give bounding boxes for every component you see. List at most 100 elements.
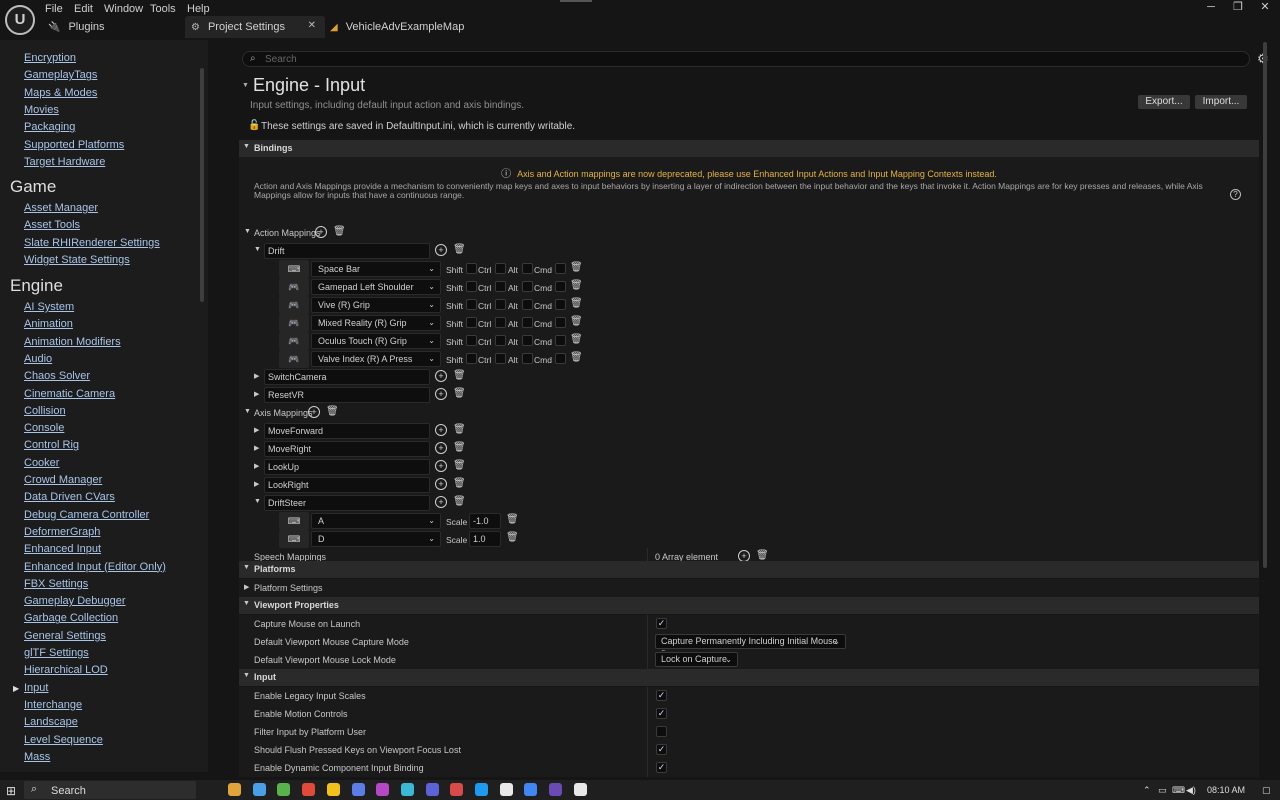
trash-icon[interactable]: 🗑 [453, 424, 466, 436]
key-selector[interactable]: Gamepad Left Shoulder ⌄ [311, 279, 441, 295]
trash-icon[interactable]: 🗑 [453, 478, 466, 490]
menu-window[interactable]: Window [104, 3, 143, 15]
volume-icon[interactable]: ◀) [1186, 785, 1196, 796]
section-viewport-properties[interactable]: ▼ Viewport Properties [239, 597, 1259, 614]
menu-file[interactable]: File [45, 3, 63, 15]
sidebar-scrollbar[interactable] [200, 68, 204, 302]
axis-row[interactable]: ▶ MoveRight + 🗑 [239, 440, 1259, 458]
sidebar-link[interactable]: Chaos Solver [24, 370, 90, 382]
modifier-ctrl-checkbox[interactable] [495, 335, 506, 346]
sidebar-link[interactable]: AI System [24, 301, 74, 313]
checkbox[interactable] [656, 726, 667, 737]
modifier-ctrl-checkbox[interactable] [495, 353, 506, 364]
trash-icon[interactable]: 🗑 [570, 280, 583, 292]
taskbar-app-icon[interactable] [549, 783, 563, 796]
taskbar-app-icon[interactable] [475, 783, 488, 796]
modifier-shift-checkbox[interactable] [466, 317, 477, 328]
modifier-shift-checkbox[interactable] [466, 263, 477, 274]
section-bindings[interactable]: ▼ Bindings [239, 140, 1259, 157]
menu-help[interactable]: Help [187, 3, 210, 15]
sidebar-link[interactable]: Movies [24, 104, 59, 116]
modifier-cmd-checkbox[interactable] [555, 353, 566, 364]
sidebar-link[interactable]: Packaging [24, 121, 75, 133]
trash-icon[interactable]: 🗑 [333, 226, 346, 238]
taskbar-app-icon[interactable] [499, 783, 513, 796]
sidebar-link[interactable]: glTF Settings [24, 647, 89, 659]
help-icon[interactable]: ? [1230, 189, 1241, 200]
notification-icon[interactable]: ▢ [1262, 785, 1271, 796]
checkbox[interactable]: ✓ [656, 762, 667, 773]
taskbar-app-icon[interactable] [277, 783, 291, 796]
sidebar-link[interactable]: Maps & Modes [24, 87, 97, 99]
axis-mappings-row[interactable]: ▼ Axis Mappings + 🗑 [239, 404, 1259, 422]
sidebar-link[interactable]: Debug Camera Controller [24, 509, 149, 521]
add-element-icon[interactable]: + [435, 442, 447, 454]
axis-name-field[interactable]: DriftSteer [264, 495, 430, 511]
add-element-icon[interactable]: + [435, 244, 447, 256]
import-button[interactable]: Import... [1195, 95, 1247, 109]
modifier-cmd-checkbox[interactable] [555, 299, 566, 310]
trash-icon[interactable]: 🗑 [453, 442, 466, 454]
sidebar-link-selected[interactable]: Input [24, 682, 48, 694]
gamepad-icon[interactable]: 🎮 [279, 350, 309, 368]
tab-plugins[interactable]: 🔌 Plugins [48, 16, 178, 38]
modifier-shift-checkbox[interactable] [466, 353, 477, 364]
trash-icon[interactable]: 🗑 [453, 244, 466, 256]
tab-map[interactable]: ◢ VehicleAdvExampleMap [330, 16, 480, 38]
sidebar-link[interactable]: Audio [24, 353, 52, 365]
scale-input[interactable]: -1.0 [469, 513, 501, 529]
sidebar-link[interactable]: Widget State Settings [24, 254, 130, 266]
mouse-lock-mode-dropdown[interactable]: Lock on Capture ⌄ [655, 652, 738, 667]
sidebar-link[interactable]: Mass [24, 751, 50, 763]
sidebar-link[interactable]: Animation [24, 318, 73, 330]
sidebar-link[interactable]: Cooker [24, 457, 59, 469]
taskbar-search[interactable]: ⌕ Search [24, 781, 196, 799]
axis-row-driftsteer[interactable]: ▼ DriftSteer + 🗑 [239, 494, 1259, 512]
modifier-ctrl-checkbox[interactable] [495, 281, 506, 292]
add-element-icon[interactable]: + [435, 370, 447, 382]
sidebar-link[interactable]: Control Rig [24, 439, 79, 451]
sidebar-link[interactable]: DeformerGraph [24, 526, 100, 538]
sidebar-link[interactable]: Crowd Manager [24, 474, 102, 486]
chevron-up-icon[interactable]: ⌃ [1143, 785, 1151, 796]
main-scrollbar[interactable] [1263, 42, 1267, 568]
search-box[interactable]: ⌕ [242, 51, 1250, 67]
key-selector[interactable]: Vive (R) Grip ⌄ [311, 297, 441, 313]
axis-row[interactable]: ▶ LookUp + 🗑 [239, 458, 1259, 476]
sidebar-link[interactable]: Target Hardware [24, 156, 105, 168]
sidebar-link[interactable]: Interchange [24, 699, 82, 711]
modifier-alt-checkbox[interactable] [522, 263, 533, 274]
key-selector[interactable]: Space Bar ⌄ [311, 261, 441, 277]
sidebar-link[interactable]: Enhanced Input (Editor Only) [24, 561, 166, 573]
taskbar-app-icon[interactable] [573, 783, 587, 796]
gamepad-icon[interactable]: 🎮 [279, 332, 309, 350]
sidebar-link[interactable]: FBX Settings [24, 578, 88, 590]
taskbar-app-icon[interactable] [228, 783, 241, 796]
sidebar-link[interactable]: Supported Platforms [24, 139, 124, 151]
tab-close-icon[interactable]: ✕ [308, 20, 316, 31]
keyboard-icon[interactable]: ⌨ [279, 530, 309, 548]
axis-row[interactable]: ▶ MoveForward + 🗑 [239, 422, 1259, 440]
modifier-ctrl-checkbox[interactable] [495, 299, 506, 310]
checkbox[interactable]: ✓ [656, 744, 667, 755]
action-row[interactable]: ▶ SwitchCamera + 🗑 [239, 368, 1259, 386]
close-window-button[interactable]: ✕ [1250, 0, 1280, 16]
unreal-logo-icon[interactable]: U [5, 5, 35, 35]
add-element-icon[interactable]: + [435, 460, 447, 472]
section-input[interactable]: ▼ Input [239, 669, 1259, 686]
trash-icon[interactable]: 🗑 [453, 496, 466, 508]
axis-name-field[interactable]: LookRight [264, 477, 430, 493]
axis-row[interactable]: ▶ LookRight + 🗑 [239, 476, 1259, 494]
sidebar-link[interactable]: Garbage Collection [24, 612, 118, 624]
modifier-cmd-checkbox[interactable] [555, 317, 566, 328]
sidebar-link[interactable]: Data Driven CVars [24, 491, 115, 503]
sidebar-link[interactable]: Console [24, 422, 64, 434]
scale-input[interactable]: 1.0 [469, 531, 501, 547]
add-element-icon[interactable]: + [435, 496, 447, 508]
taskbar-app-icon[interactable] [425, 783, 439, 796]
axis-name-field[interactable]: MoveForward [264, 423, 430, 439]
sidebar-link[interactable]: Encryption [24, 52, 76, 64]
mouse-capture-mode-dropdown[interactable]: Capture Permanently Including Initial Mo… [655, 634, 846, 659]
add-element-icon[interactable]: + [435, 424, 447, 436]
trash-icon[interactable]: 🗑 [570, 316, 583, 328]
